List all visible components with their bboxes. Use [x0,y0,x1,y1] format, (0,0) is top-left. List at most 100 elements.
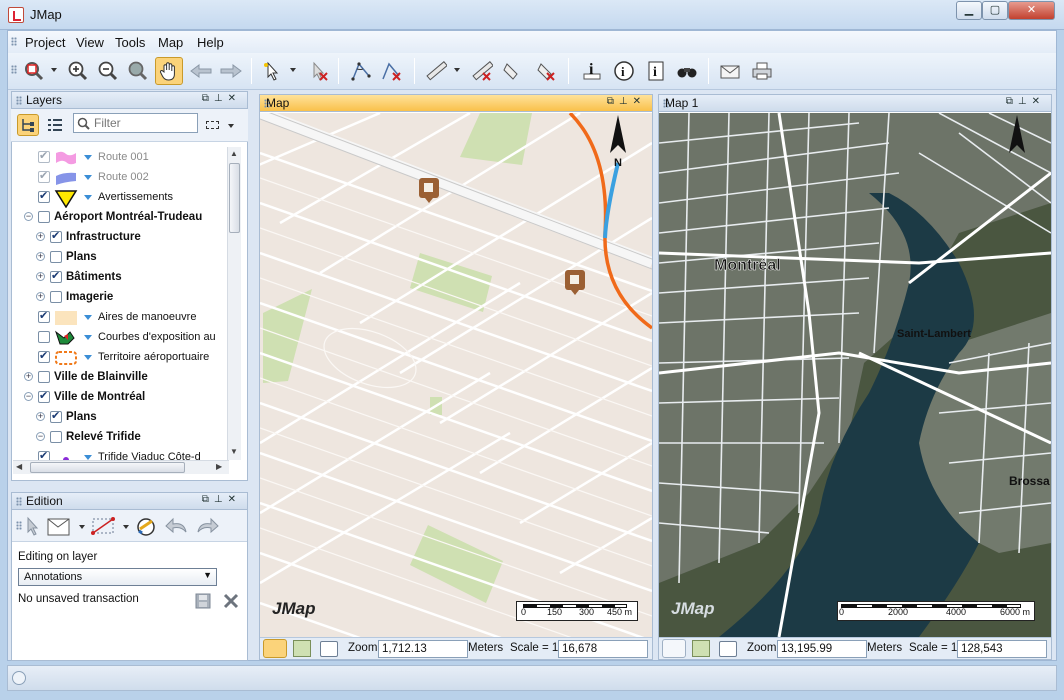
edit-vertices-icon[interactable] [90,515,118,537]
redo-icon[interactable] [194,516,220,536]
layer-visibility-checkbox[interactable] [38,389,50,403]
layer-visibility-checkbox[interactable] [38,149,50,163]
binoculars-icon[interactable] [673,57,701,85]
layer-style-dropdown-icon[interactable] [84,175,92,180]
layer-visibility-checkbox[interactable] [38,211,50,223]
satellite-map-canvas[interactable]: Montréal Saint-Lambert Brossa 0 2000 400… [659,113,1051,637]
zoom-in-icon[interactable] [64,57,92,85]
vertices-dropdown-caret[interactable] [123,525,129,529]
layer-style-dropdown-icon[interactable] [84,315,92,320]
street-map-canvas[interactable]: N 0 150 300 450 m JMap [260,113,652,637]
overview-toggle-icon[interactable] [263,639,287,658]
layer-row[interactable]: + Infrastructure [12,228,227,248]
layer-visibility-checkbox[interactable] [38,309,50,323]
zoom-out-icon[interactable] [94,57,122,85]
layer-row[interactable]: + Plans [12,408,227,428]
expand-toggle-icon[interactable]: + [36,292,45,301]
measure-angle-icon[interactable] [347,57,375,85]
expand-toggle-icon[interactable]: + [36,272,45,281]
pan-hand-icon[interactable] [155,57,183,85]
print-icon[interactable] [748,57,776,85]
measure-distance-icon[interactable] [422,57,450,85]
forward-arrow-icon[interactable] [217,57,245,85]
scroll-right-arrow-icon[interactable]: ▶ [216,462,222,471]
layers-vscroll-thumb[interactable] [229,163,240,233]
panel-window-buttons[interactable]: ⧉⊥✕ [607,96,646,107]
select-dropdown-caret[interactable] [290,68,296,72]
select-pointer-icon[interactable] [258,57,286,85]
panel-window-buttons[interactable]: ⧉⊥✕ [202,494,241,505]
maximize-button[interactable]: ▢ [982,1,1008,20]
layer-visibility-checkbox[interactable] [50,409,62,423]
zoom-field[interactable]: 13,195.99 [777,640,867,658]
layer-row[interactable]: + Plans [12,248,227,268]
scroll-up-arrow-icon[interactable]: ▲ [230,149,238,158]
expand-toggle-icon[interactable]: + [36,232,45,241]
layer-visibility-checkbox[interactable] [38,349,50,363]
selection-dropdown-caret[interactable] [228,124,234,128]
menu-map[interactable]: Map [158,35,183,50]
zoom-select-icon[interactable] [20,57,48,85]
expand-toggle-icon[interactable]: − [24,392,33,401]
back-arrow-icon[interactable] [187,57,215,85]
map-tips-icon[interactable] [692,640,710,657]
layers-horizontal-scrollbar[interactable]: ◀ ▶ [13,460,229,474]
layer-style-dropdown-icon[interactable] [84,335,92,340]
cancel-transaction-icon[interactable] [222,592,240,610]
edit-attributes-icon[interactable] [134,515,158,537]
menu-help[interactable]: Help [197,35,224,50]
scale-field[interactable]: 16,678 [558,640,648,658]
layer-visibility-checkbox[interactable] [38,371,50,383]
undo-icon[interactable] [164,516,190,536]
layer-row[interactable]: Route 002 [12,168,227,188]
map-lock-icon[interactable] [719,641,737,657]
layer-row[interactable]: Aires de manoeuvre [12,308,227,328]
layer-row[interactable]: Route 001 [12,148,227,168]
layer-row[interactable]: + Ville de Blainville [12,368,227,388]
layer-visibility-checkbox[interactable] [50,229,62,243]
measure-area-icon[interactable] [498,57,526,85]
layer-row[interactable]: + Imagerie [12,288,227,308]
menu-project[interactable]: Project [25,35,65,50]
minimize-button[interactable]: ▁ [956,1,982,20]
expand-toggle-icon[interactable]: − [24,212,33,221]
expand-toggle-icon[interactable]: + [36,412,45,421]
close-window-button[interactable]: ✕ [1008,1,1055,20]
layer-visibility-checkbox[interactable] [38,449,50,460]
layer-row[interactable]: Courbes d'exposition au [12,328,227,348]
expand-toggle-icon[interactable]: − [36,432,45,441]
info-icon[interactable]: i [578,57,606,85]
zoom-field[interactable]: 1,712.13 [378,640,468,658]
layer-visibility-checkbox[interactable] [50,291,62,303]
scale-field[interactable]: 128,543 [957,640,1047,658]
layer-row[interactable]: Trifide Viaduc Côte-d [12,448,227,460]
draw-dropdown-caret[interactable] [79,525,85,529]
edit-select-icon[interactable] [22,516,42,536]
panel-window-buttons[interactable]: ⧉⊥✕ [202,93,241,104]
edit-layer-select[interactable]: Annotations ▼ [18,568,217,586]
layer-row[interactable]: − Ville de Montréal [12,388,227,408]
clear-area-icon[interactable] [532,57,560,85]
email-icon[interactable] [716,57,744,85]
layer-row[interactable]: − Relevé Trifide [12,428,227,448]
menu-tools[interactable]: Tools [115,35,145,50]
layer-visibility-checkbox[interactable] [50,431,62,443]
layers-vertical-scrollbar[interactable]: ▲ ▼ [227,147,241,460]
expand-toggle-icon[interactable]: + [36,252,45,261]
layer-style-dropdown-icon[interactable] [84,195,92,200]
list-view-icon[interactable] [47,117,63,136]
zoom-dropdown-caret[interactable] [51,68,57,72]
measure-dropdown-caret[interactable] [454,68,460,72]
menu-view[interactable]: View [76,35,104,50]
layer-row[interactable]: Avertissements [12,188,227,208]
layer-row[interactable]: + Bâtiments [12,268,227,288]
map-tips-icon[interactable] [293,640,311,657]
layer-visibility-checkbox[interactable] [38,189,50,203]
layer-visibility-checkbox[interactable] [38,169,50,183]
clear-distance-icon[interactable] [468,57,496,85]
info-page-icon[interactable]: i [642,57,670,85]
layer-style-dropdown-icon[interactable] [84,355,92,360]
panel-window-buttons[interactable]: ⧉⊥✕ [1006,96,1045,107]
clear-angle-icon[interactable] [377,57,405,85]
info-circle-icon[interactable]: i [610,57,638,85]
